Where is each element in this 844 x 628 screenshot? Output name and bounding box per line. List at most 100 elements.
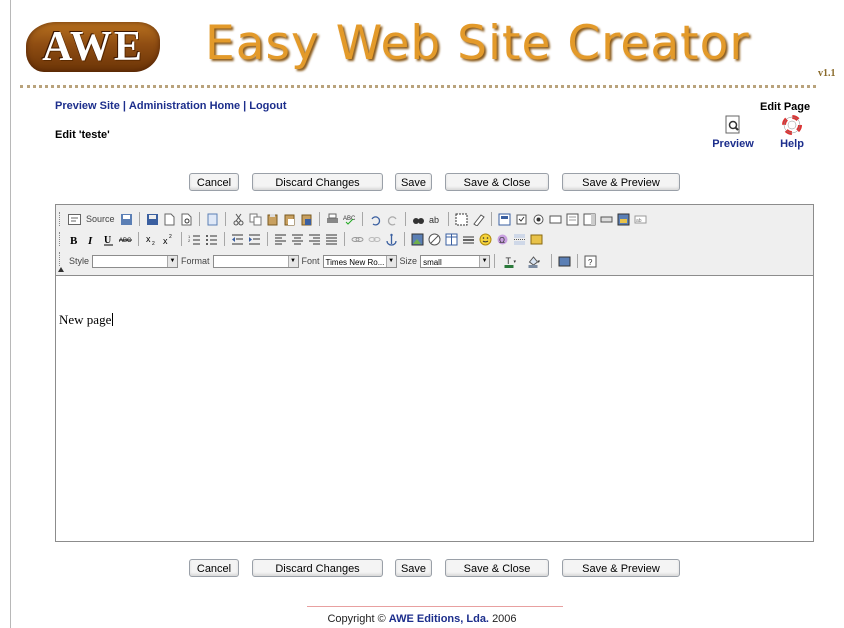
strikethrough-icon[interactable]: ABC bbox=[119, 233, 132, 246]
flash-icon[interactable] bbox=[428, 233, 441, 246]
link-icon[interactable] bbox=[351, 233, 364, 246]
select-list-icon[interactable] bbox=[583, 213, 596, 226]
textarea-icon[interactable] bbox=[566, 213, 579, 226]
logo-text: AWE bbox=[42, 24, 144, 70]
preview-button[interactable]: Preview bbox=[708, 115, 758, 150]
select-all-icon[interactable] bbox=[455, 213, 468, 226]
smiley-icon[interactable] bbox=[479, 233, 492, 246]
logout-link[interactable]: Logout bbox=[249, 100, 286, 112]
discard-changes-button[interactable]: Discard Changes bbox=[252, 559, 383, 577]
preview-label: Preview bbox=[712, 138, 754, 150]
textfield-icon[interactable] bbox=[549, 213, 562, 226]
find-icon[interactable] bbox=[412, 213, 425, 226]
image-button-icon[interactable] bbox=[617, 213, 630, 226]
checkbox-icon[interactable] bbox=[515, 213, 528, 226]
italic-icon[interactable]: I bbox=[85, 233, 98, 246]
save-doc-icon[interactable] bbox=[120, 213, 133, 226]
undo-icon[interactable] bbox=[369, 213, 382, 226]
unordered-list-icon[interactable] bbox=[205, 233, 218, 246]
underline-icon[interactable]: U bbox=[102, 233, 115, 246]
copyright: Copyright © AWE Editions, Lda. 2006 bbox=[0, 613, 844, 625]
page-break-icon[interactable] bbox=[513, 233, 526, 246]
about-icon[interactable]: ? bbox=[584, 255, 597, 268]
lifebuoy-help-icon bbox=[782, 115, 802, 135]
chevron-down-icon: ▼ bbox=[385, 255, 396, 267]
print-icon[interactable] bbox=[326, 213, 339, 226]
toolbar-grip[interactable] bbox=[59, 212, 62, 226]
cancel-button[interactable]: Cancel bbox=[189, 559, 239, 577]
table-icon[interactable] bbox=[445, 233, 458, 246]
text-color-icon[interactable]: T ▾ bbox=[501, 255, 521, 268]
align-center-icon[interactable] bbox=[291, 233, 304, 246]
redo-icon[interactable] bbox=[386, 213, 399, 226]
toolbar-collapse-icon[interactable] bbox=[58, 267, 64, 272]
save-preview-button[interactable]: Save & Preview bbox=[562, 559, 680, 577]
admin-home-link[interactable]: Administration Home bbox=[129, 100, 240, 112]
source-button-label[interactable]: Source bbox=[86, 214, 115, 224]
justify-icon[interactable] bbox=[325, 233, 338, 246]
save-close-button[interactable]: Save & Close bbox=[445, 173, 549, 191]
cut-icon[interactable] bbox=[232, 213, 245, 226]
maximize-icon[interactable] bbox=[558, 255, 571, 268]
button-icon[interactable] bbox=[600, 213, 613, 226]
superscript-icon[interactable]: x2 bbox=[162, 233, 175, 246]
horizontal-rule-icon[interactable] bbox=[462, 233, 475, 246]
form-icon[interactable] bbox=[498, 213, 511, 226]
hidden-field-icon[interactable]: ab bbox=[634, 213, 647, 226]
radio-icon[interactable] bbox=[532, 213, 545, 226]
save-preview-button[interactable]: Save & Preview bbox=[562, 173, 680, 191]
paste-icon[interactable] bbox=[266, 213, 279, 226]
toolbar-separator bbox=[577, 254, 579, 268]
svg-text:U: U bbox=[104, 235, 111, 246]
page-left-border bbox=[10, 0, 11, 628]
save-button[interactable]: Save bbox=[395, 173, 432, 191]
preview-icon bbox=[725, 115, 740, 134]
background-color-icon[interactable]: ▾ bbox=[525, 255, 545, 268]
anchor-icon[interactable] bbox=[385, 233, 398, 246]
unlink-icon[interactable] bbox=[368, 233, 381, 246]
footer-divider bbox=[307, 606, 563, 607]
toolbar-separator bbox=[138, 232, 139, 246]
style-select[interactable]: ▼ bbox=[92, 254, 179, 268]
paste-text-icon[interactable] bbox=[283, 213, 296, 226]
svg-text:▾: ▾ bbox=[538, 259, 541, 265]
preview-doc-icon[interactable] bbox=[180, 213, 193, 226]
svg-text:Ω: Ω bbox=[499, 236, 505, 245]
source-icon[interactable] bbox=[68, 213, 81, 226]
universal-key-icon[interactable] bbox=[530, 233, 543, 246]
size-label: Size bbox=[399, 256, 418, 266]
new-page-icon[interactable] bbox=[163, 213, 176, 226]
outdent-icon[interactable] bbox=[231, 233, 244, 246]
font-label: Font bbox=[301, 256, 320, 266]
align-left-icon[interactable] bbox=[274, 233, 287, 246]
discard-changes-button[interactable]: Discard Changes bbox=[252, 173, 383, 191]
ordered-list-icon[interactable]: 12 bbox=[188, 233, 201, 246]
replace-icon[interactable]: ab bbox=[429, 213, 442, 226]
font-select[interactable]: Times New Ro... ▼ bbox=[322, 254, 397, 268]
remove-format-icon[interactable] bbox=[472, 213, 485, 226]
save-close-button[interactable]: Save & Close bbox=[445, 559, 549, 577]
size-select[interactable]: small ▼ bbox=[420, 254, 491, 268]
editor-toolbar: Source ABC ab ab B I U ABC x 2 x 2 1 2 Ω… bbox=[56, 205, 813, 276]
image-icon[interactable] bbox=[411, 233, 424, 246]
special-char-icon[interactable]: Ω bbox=[496, 233, 509, 246]
indent-icon[interactable] bbox=[248, 233, 261, 246]
nav-separator: | bbox=[243, 100, 247, 112]
format-select[interactable]: ▼ bbox=[212, 254, 299, 268]
paste-word-icon[interactable] bbox=[300, 213, 313, 226]
subscript-icon[interactable]: x2 bbox=[145, 233, 158, 246]
spellcheck-icon[interactable]: ABC bbox=[343, 213, 356, 226]
preview-site-link[interactable]: Preview Site bbox=[55, 100, 120, 112]
toolbar-grip[interactable] bbox=[59, 252, 62, 266]
editor-content-area[interactable]: New page bbox=[56, 276, 813, 541]
save-button[interactable]: Save bbox=[395, 559, 432, 577]
copy-icon[interactable] bbox=[249, 213, 262, 226]
floppy-save-icon[interactable] bbox=[146, 213, 159, 226]
toolbar-separator bbox=[490, 212, 492, 226]
templates-icon[interactable] bbox=[206, 213, 219, 226]
toolbar-grip[interactable] bbox=[59, 232, 62, 246]
align-right-icon[interactable] bbox=[308, 233, 321, 246]
bold-icon[interactable]: B bbox=[68, 233, 81, 246]
help-button[interactable]: Help bbox=[772, 115, 812, 150]
cancel-button[interactable]: Cancel bbox=[189, 173, 239, 191]
